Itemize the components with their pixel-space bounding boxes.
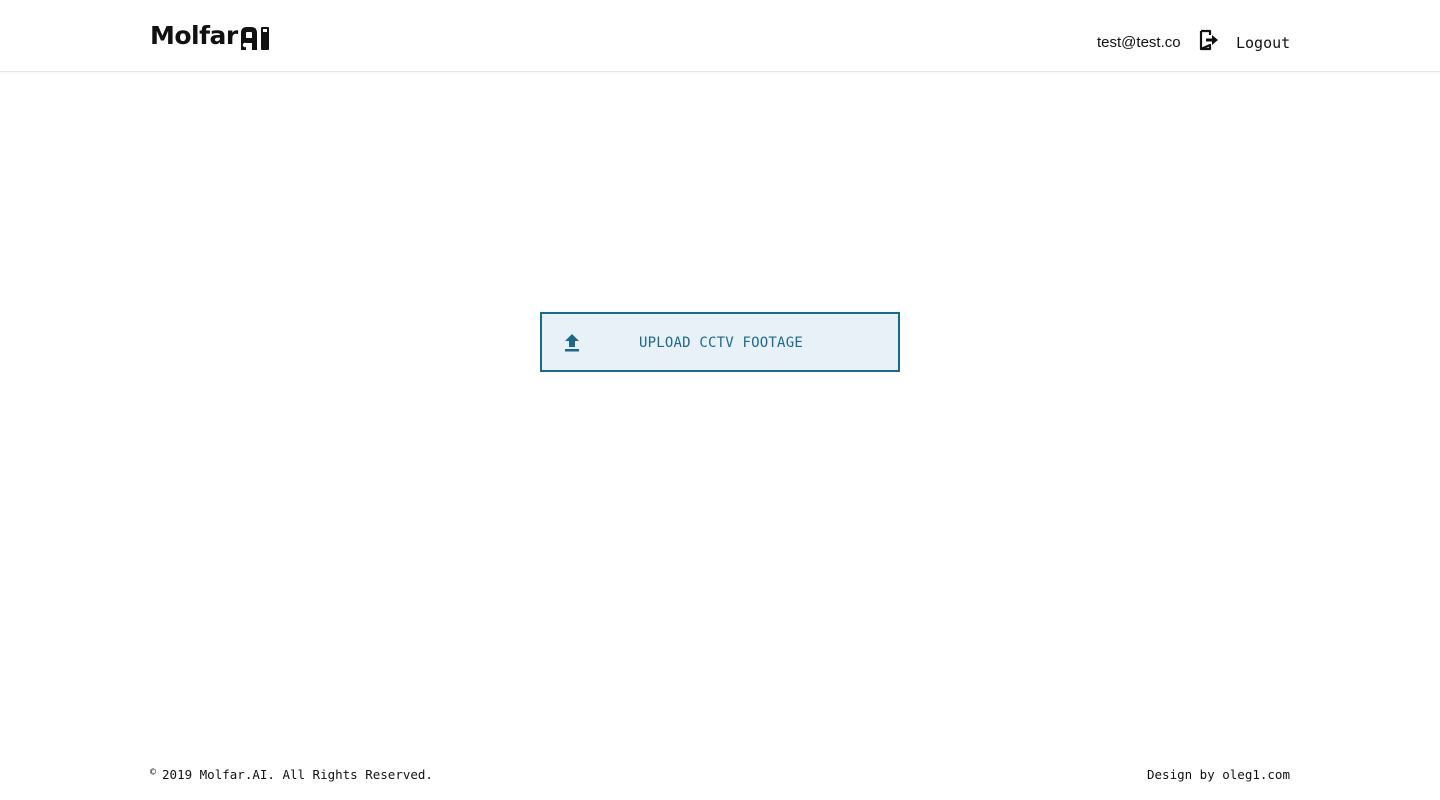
- logout-icon[interactable]: [1199, 29, 1219, 51]
- upload-button-label: UPLOAD CCTV FOOTAGE: [639, 335, 803, 351]
- upload-cctv-footage-button[interactable]: UPLOAD CCTV FOOTAGE: [540, 312, 900, 372]
- top-header: Molfar test@test.co Logout: [0, 0, 1440, 72]
- upload-icon: [565, 334, 579, 352]
- user-email: test@test.co: [1097, 34, 1181, 51]
- copyright: © 2019 Molfar.AI. All Rights Reserved.: [150, 766, 433, 786]
- logout-link[interactable]: Logout: [1236, 34, 1290, 52]
- copyright-text: 2019 Molfar.AI. All Rights Reserved.: [162, 767, 433, 782]
- logo-wordmark: Molfar: [150, 21, 238, 50]
- logo-ai-mark: [240, 27, 269, 50]
- copyright-symbol: ©: [150, 767, 157, 778]
- design-credit[interactable]: Design by oleg1.com: [1147, 766, 1290, 784]
- molfar-ai-logo[interactable]: Molfar: [150, 22, 271, 50]
- page: Molfar test@test.co Logout UPLOAD CCTV F…: [0, 0, 1440, 800]
